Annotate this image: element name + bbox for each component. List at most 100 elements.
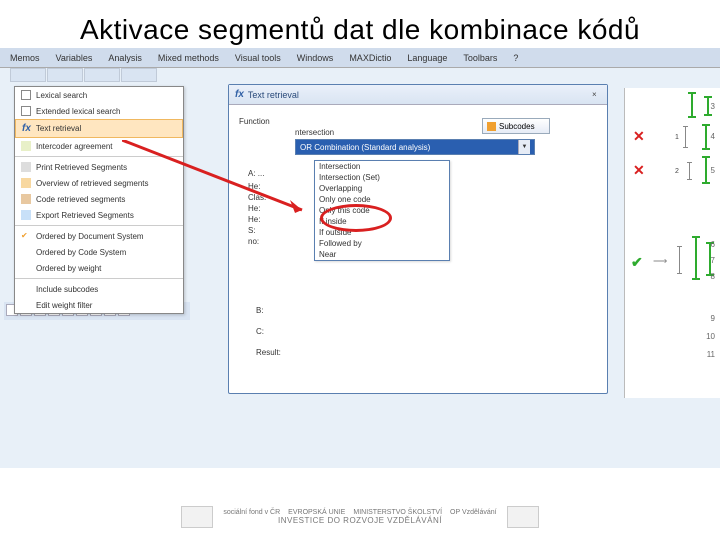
- submenu-text-retrieval[interactable]: fxText retrieval: [15, 119, 183, 138]
- submenu-order-code[interactable]: Ordered by Code System: [15, 244, 183, 260]
- dropdown-item[interactable]: If outside: [315, 227, 449, 238]
- footer-text: sociální fond v ČR: [223, 509, 280, 516]
- lower-fields: B: C: Result:: [256, 294, 281, 369]
- submenu-label: Include subcodes: [36, 285, 98, 294]
- row-number: 5: [711, 166, 715, 175]
- menu-windows[interactable]: Windows: [291, 53, 340, 63]
- list-item: He:: [248, 203, 296, 214]
- left-code-list: A: ... He: Clas: He: He: S: no:: [248, 168, 296, 247]
- diagram-row: ✕ 1 4: [629, 124, 717, 154]
- panel-title: Text retrieval: [248, 90, 299, 100]
- doc-icon: [21, 141, 31, 151]
- dropdown-item[interactable]: Followed by: [315, 238, 449, 249]
- row-number: 9: [711, 314, 715, 323]
- code-icon: [21, 194, 31, 204]
- footer: sociální fond v ČR EVROPSKÁ UNIE MINISTE…: [0, 500, 720, 534]
- submenu-lexical[interactable]: Lexical search: [15, 87, 183, 103]
- subcodes-button[interactable]: Subcodes: [482, 118, 550, 134]
- grid-icon: [21, 178, 31, 188]
- field-c: C:: [256, 327, 281, 336]
- submenu-label: Intercoder agreement: [36, 142, 113, 151]
- footer-tagline: INVESTICE DO ROZVOJE VZDĚLÁVÁNÍ: [278, 516, 442, 525]
- blank-icon: [21, 300, 31, 310]
- row-number: 8: [711, 272, 715, 281]
- subcodes-label: Subcodes: [499, 122, 535, 131]
- diagram-row: 11: [629, 350, 717, 380]
- menu-maxdictio[interactable]: MAXDictio: [343, 53, 397, 63]
- submenu-order-doc[interactable]: ✔ Ordered by Document System: [15, 228, 183, 244]
- row-number: 10: [706, 332, 715, 341]
- menu-memos[interactable]: Memos: [4, 53, 46, 63]
- dropdown-item[interactable]: Near: [315, 249, 449, 260]
- diagram-row: ✔ ⟶ 6 7 8: [629, 246, 717, 276]
- submenu-print[interactable]: Print Retrieved Segments: [15, 159, 183, 175]
- row-number: 7: [711, 256, 715, 265]
- submenu-weight-filter[interactable]: Edit weight filter: [15, 297, 183, 313]
- check-icon: ✔: [21, 231, 31, 241]
- submenu-label: Ordered by weight: [36, 264, 101, 273]
- function-combo[interactable]: OR Combination (Standard analysis) ▼: [295, 139, 535, 155]
- submenu-label: Lexical search: [36, 91, 87, 100]
- export-icon: [21, 210, 31, 220]
- menu-help[interactable]: ?: [507, 53, 524, 63]
- submenu-label: Extended lexical search: [36, 107, 121, 116]
- submenu-ext-lexical[interactable]: Extended lexical search: [15, 103, 183, 119]
- diagram-row: 3: [629, 94, 717, 124]
- submenu-label: Export Retrieved Segments: [36, 211, 134, 220]
- field-result: Result:: [256, 348, 281, 357]
- menu-visual[interactable]: Visual tools: [229, 53, 287, 63]
- submenu-label: Code retrieved segments: [36, 195, 125, 204]
- footer-text: OP Vzdělávání: [450, 509, 497, 516]
- dropdown-item[interactable]: Only this code: [315, 205, 449, 216]
- search-icon: [21, 106, 31, 116]
- menu-mixed[interactable]: Mixed methods: [152, 53, 225, 63]
- submenu-intercoder[interactable]: Intercoder agreement: [15, 138, 183, 154]
- menu-language[interactable]: Language: [401, 53, 453, 63]
- menu-toolbars[interactable]: Toolbars: [457, 53, 503, 63]
- list-item: A: ...: [248, 168, 296, 179]
- ribbon-tab[interactable]: [47, 68, 83, 82]
- search-icon: [21, 90, 31, 100]
- list-item: S:: [248, 225, 296, 236]
- close-icon[interactable]: ×: [592, 90, 601, 99]
- row-number: 6: [711, 240, 715, 249]
- app-area: Memos Variables Analysis Mixed methods V…: [0, 48, 720, 468]
- row-number: 3: [711, 102, 715, 111]
- dropdown-item[interactable]: Only one code: [315, 194, 449, 205]
- dropdown-item[interactable]: Overlapping: [315, 183, 449, 194]
- submenu-export[interactable]: Export Retrieved Segments: [15, 207, 183, 223]
- logo-icon: [181, 506, 213, 528]
- ribbon-tab[interactable]: [10, 68, 46, 82]
- list-item: He:: [248, 214, 296, 225]
- list-item: He:: [248, 181, 296, 192]
- tree-icon: [487, 122, 496, 131]
- dropdown-item[interactable]: If inside: [315, 216, 449, 227]
- submenu-label: Overview of retrieved segments: [36, 179, 149, 188]
- diagram-row: ✕ 2 5: [629, 158, 717, 188]
- dropdown-item[interactable]: Intersection (Set): [315, 172, 449, 183]
- menu-bar: Memos Variables Analysis Mixed methods V…: [0, 48, 720, 68]
- fx-icon: fx: [22, 123, 31, 134]
- submenu-code-retr[interactable]: Code retrieved segments: [15, 191, 183, 207]
- slide-title: Aktivace segmentů dat dle kombinace kódů: [0, 0, 720, 48]
- submenu-label: Ordered by Document System: [36, 232, 144, 241]
- arrow-icon: ⟶: [653, 256, 667, 267]
- panel-titlebar: fx Text retrieval ×: [229, 85, 607, 105]
- cross-icon: ✕: [633, 162, 645, 179]
- submenu-overview[interactable]: Overview of retrieved segments: [15, 175, 183, 191]
- small-number: 1: [675, 134, 679, 141]
- combo-selected-text: OR Combination (Standard analysis): [300, 143, 430, 152]
- submenu-order-weight[interactable]: Ordered by weight: [15, 260, 183, 276]
- submenu-label: Print Retrieved Segments: [36, 163, 127, 172]
- ribbon-tabs: [0, 68, 720, 82]
- submenu-include-sub[interactable]: Include subcodes: [15, 281, 183, 297]
- footer-text: MINISTERSTVO ŠKOLSTVÍ: [353, 509, 442, 516]
- menu-analysis[interactable]: Analysis: [102, 53, 148, 63]
- chevron-down-icon[interactable]: ▼: [518, 140, 530, 154]
- ribbon-tab[interactable]: [121, 68, 157, 82]
- submenu-label: Ordered by Code System: [36, 248, 126, 257]
- ribbon-tab[interactable]: [84, 68, 120, 82]
- menu-variables[interactable]: Variables: [50, 53, 99, 63]
- analysis-submenu: Lexical search Extended lexical search f…: [14, 86, 184, 314]
- dropdown-item[interactable]: Intersection: [315, 161, 449, 172]
